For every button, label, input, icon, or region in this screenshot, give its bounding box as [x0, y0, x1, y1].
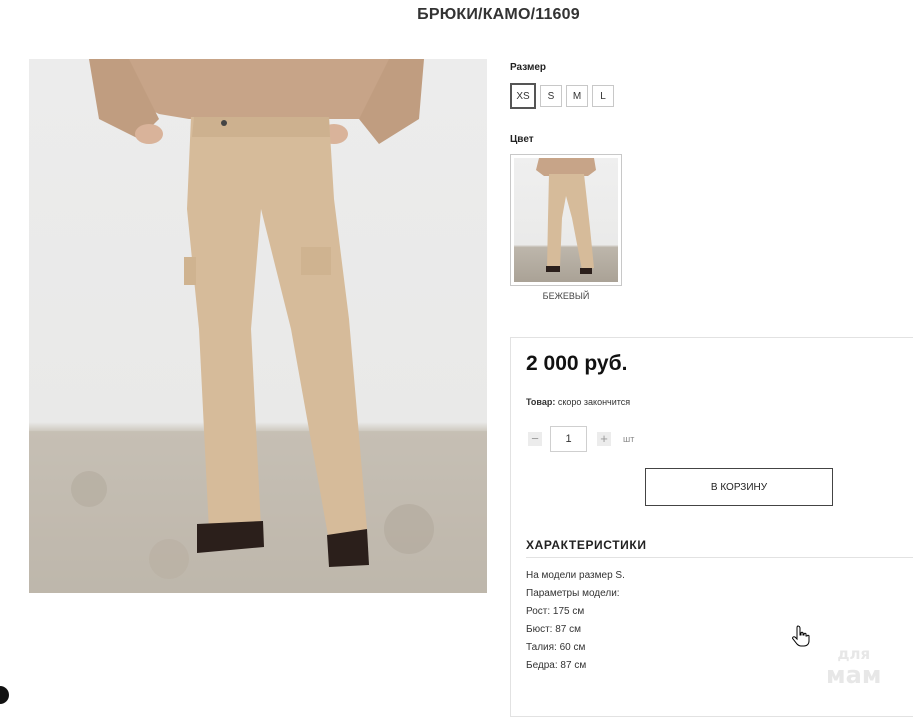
size-option-m[interactable]: M: [566, 85, 588, 107]
product-photo[interactable]: [29, 59, 487, 593]
spec-line: Параметры модели:: [526, 588, 620, 599]
size-selector: XS S M L: [510, 83, 614, 109]
watermark-line1: для: [837, 645, 871, 663]
size-label: Размер: [510, 62, 547, 73]
stock-value: скоро закончится: [557, 397, 631, 407]
stock-label: Товар:: [526, 397, 556, 407]
color-swatch-image: [514, 158, 618, 282]
spec-line: Рост: 175 см: [526, 606, 585, 617]
add-to-cart-button[interactable]: В КОРЗИНУ: [645, 468, 833, 506]
watermark-line2: мам: [826, 661, 882, 689]
product-title: БРЮКИ/КАМО/11609: [417, 6, 580, 23]
spec-line: Бюст: 87 см: [526, 624, 581, 635]
specs-title: ХАРАКТЕРИСТИКИ: [526, 538, 647, 552]
size-option-s[interactable]: S: [540, 85, 562, 107]
quantity-increase-button[interactable]: +: [597, 432, 611, 446]
stock-status: Товар: скоро закончится: [526, 397, 630, 407]
color-label: Цвет: [510, 134, 534, 145]
quantity-unit: шт: [623, 434, 635, 444]
specs-divider: [526, 557, 913, 558]
spec-line: На модели размер S.: [526, 570, 625, 581]
watermark-logo: для мам: [826, 646, 881, 688]
specs-list: На модели размер S. Параметры модели: Ро…: [526, 567, 625, 675]
product-photo-illustration: [29, 59, 487, 593]
size-option-l[interactable]: L: [592, 85, 614, 107]
corner-decoration: [0, 686, 9, 704]
spec-line: Талия: 60 см: [526, 642, 586, 653]
color-swatch-beige[interactable]: [510, 154, 622, 286]
quantity-input[interactable]: [550, 426, 587, 452]
spec-line: Бедра: 87 см: [526, 660, 587, 671]
size-option-xs[interactable]: XS: [510, 83, 536, 109]
hand-cursor-icon: [792, 625, 810, 652]
price: 2 000 руб.: [526, 352, 628, 375]
quantity-decrease-button[interactable]: −: [528, 432, 542, 446]
color-name: БЕЖЕВЫЙ: [542, 291, 590, 301]
